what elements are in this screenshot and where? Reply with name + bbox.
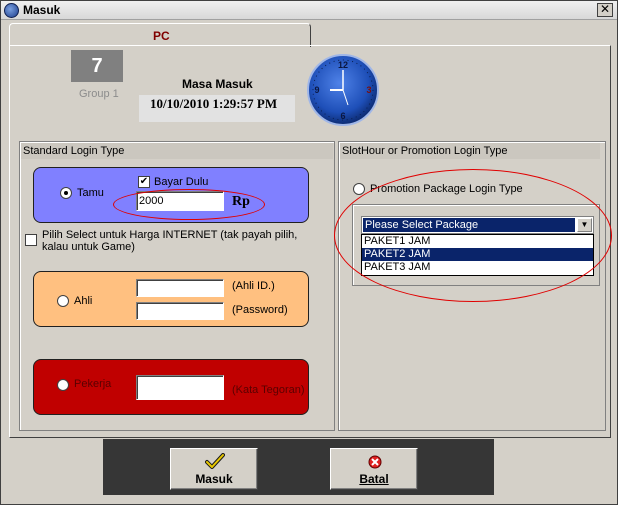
- password-label: (Password): [232, 304, 288, 316]
- bayar-dulu-checkbox[interactable]: ✔: [138, 176, 150, 188]
- pilih-select-checkbox[interactable]: [25, 234, 37, 246]
- bayar-dulu-label: Bayar Dulu: [154, 176, 209, 188]
- title-bar[interactable]: Masuk ✕: [1, 1, 617, 20]
- pekerja-label: Pekerja: [74, 378, 112, 390]
- promo-login-header: SlotHour or Promotion Login Type: [340, 143, 600, 159]
- pekerja-radio[interactable]: [57, 379, 69, 391]
- pilih-select-label: Pilih Select untuk Harga INTERNET (tak p…: [42, 229, 298, 253]
- annotation-ellipse-amount: [113, 189, 265, 220]
- annotation-ellipse-package: [334, 169, 612, 302]
- tamu-label: Tamu: [77, 187, 104, 199]
- clock-numeral-6: 6: [340, 111, 345, 121]
- group-label: Group 1: [79, 88, 119, 100]
- close-icon: ✕: [599, 2, 611, 16]
- window-title: Masuk: [23, 3, 61, 17]
- clock-icon: 12 3 6 9: [307, 54, 379, 126]
- standard-login-header: Standard Login Type: [21, 143, 333, 159]
- masuk-button-label: Masuk: [195, 472, 233, 486]
- ahli-label: Ahli: [74, 295, 93, 307]
- close-button[interactable]: ✕: [597, 3, 613, 17]
- button-bar: [103, 439, 494, 495]
- checkmark-icon: [205, 453, 225, 469]
- batal-button-label: Batal: [359, 472, 389, 486]
- ahli-radio[interactable]: [57, 295, 69, 307]
- pc-number: 7: [71, 50, 123, 82]
- kata-tegoran-label: (Kata Tegoran): [232, 384, 305, 396]
- clock-numeral-3: 3: [366, 85, 371, 95]
- checkmark-glyph: ✔: [139, 176, 149, 187]
- tab-pc[interactable]: PC: [9, 23, 311, 47]
- login-window: Masuk ✕ PC 7 Group 1 Masa Masuk 10/10/20…: [0, 0, 618, 505]
- batal-button[interactable]: Batal: [330, 448, 418, 490]
- ahli-id-input[interactable]: [136, 279, 224, 297]
- cancel-icon: [368, 455, 382, 469]
- clock-numeral-9: 9: [314, 85, 319, 95]
- masa-masuk-label: Masa Masuk: [182, 77, 253, 91]
- app-globe-icon: [4, 3, 19, 18]
- ahli-id-label: (Ahli ID.): [232, 280, 275, 292]
- tab-pc-label: PC: [153, 29, 170, 43]
- masuk-button[interactable]: Masuk: [170, 448, 258, 490]
- clock-numeral-12: 12: [338, 60, 348, 70]
- masa-masuk-value: 10/10/2010 1:29:57 PM: [139, 95, 295, 122]
- password-input[interactable]: [136, 302, 224, 320]
- tamu-radio[interactable]: [60, 187, 72, 199]
- kata-tegoran-input[interactable]: [136, 375, 224, 400]
